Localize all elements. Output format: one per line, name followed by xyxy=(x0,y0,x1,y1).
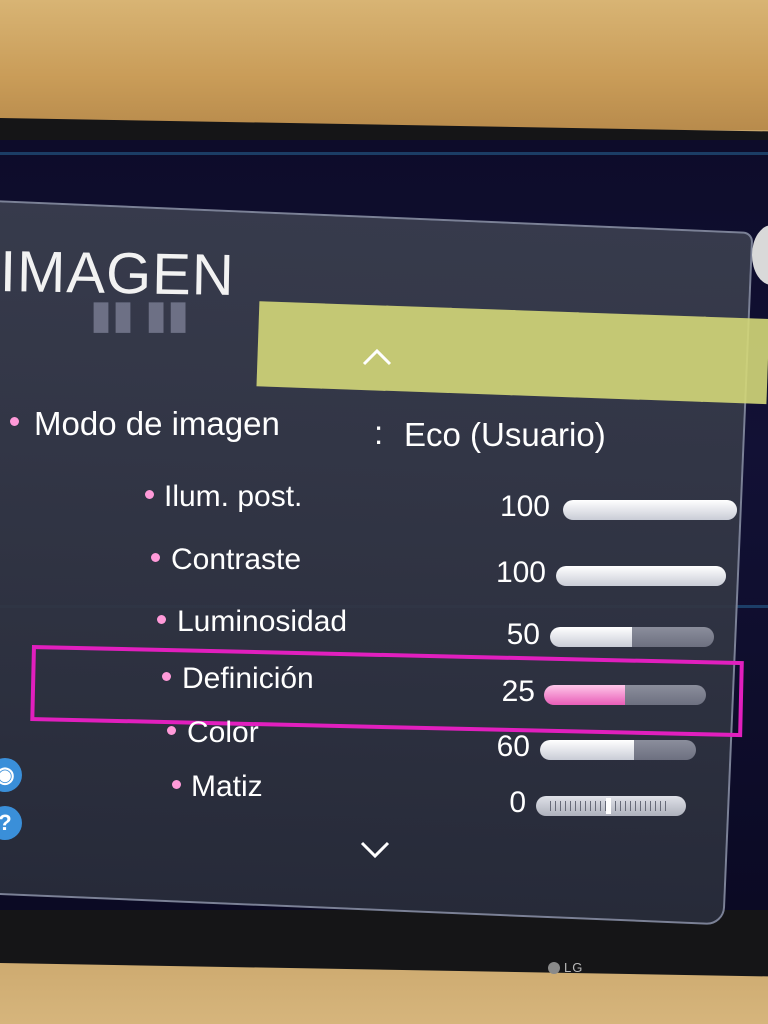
contrast-slider[interactable] xyxy=(556,566,726,586)
picture-mode-label[interactable]: Modo de imagen xyxy=(34,405,280,443)
bullet-icon xyxy=(172,780,181,789)
lg-logo-icon xyxy=(548,961,560,974)
chevron-down-icon[interactable] xyxy=(358,832,392,866)
bullet-icon xyxy=(10,417,19,426)
picture-mode-value[interactable]: Eco (Usuario) xyxy=(404,416,606,454)
chevron-up-icon[interactable] xyxy=(360,340,394,374)
slider-fill xyxy=(556,566,726,586)
picture-mode-separator: : xyxy=(374,414,384,451)
bullet-icon xyxy=(151,553,160,562)
menu-title: IMAGEN xyxy=(0,238,236,309)
brand-logo: LG xyxy=(548,960,583,975)
bullet-icon xyxy=(167,726,176,735)
setting-value-sharpness: 25 xyxy=(501,675,535,708)
slider-fill xyxy=(544,685,625,705)
backlight-slider[interactable] xyxy=(563,500,737,520)
setting-value-tint: 0 xyxy=(509,786,526,819)
bullet-icon xyxy=(145,490,154,499)
setting-label-backlight[interactable]: Ilum. post. xyxy=(164,480,302,514)
background-game-logo: ▇▇▇▇▇▇▇▇ xyxy=(258,293,768,400)
bullet-icon xyxy=(157,615,166,624)
color-slider[interactable] xyxy=(540,740,696,760)
slider-fill xyxy=(540,740,634,760)
setting-value-backlight: 100 xyxy=(499,490,550,523)
scanline xyxy=(0,152,768,155)
setting-label-contrast[interactable]: Contraste xyxy=(171,543,301,577)
wall-background xyxy=(0,0,768,130)
sharpness-slider[interactable] xyxy=(544,685,706,705)
setting-value-color: 60 xyxy=(496,730,530,763)
tint-slider[interactable] xyxy=(536,796,686,816)
setting-label-sharpness[interactable]: Definición xyxy=(182,662,314,696)
setting-label-color[interactable]: Color xyxy=(187,716,259,750)
setting-value-brightness: 50 xyxy=(506,618,540,651)
slider-fill xyxy=(550,627,632,647)
bullet-icon xyxy=(162,672,171,681)
setting-label-brightness[interactable]: Luminosidad xyxy=(177,605,347,639)
tint-knob[interactable] xyxy=(606,798,611,814)
slider-fill xyxy=(563,500,737,520)
setting-value-contrast: 100 xyxy=(495,556,546,589)
brand-text: LG xyxy=(564,960,584,975)
brightness-slider[interactable] xyxy=(550,627,714,647)
setting-label-tint[interactable]: Matiz xyxy=(191,770,263,804)
